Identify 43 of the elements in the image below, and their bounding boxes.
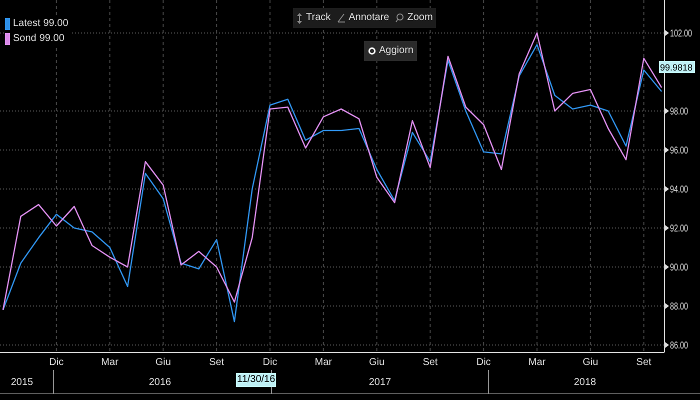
tick-mark [665, 342, 669, 348]
tick-mark [665, 108, 669, 114]
tick-mark [665, 30, 669, 36]
tick-mark [665, 302, 669, 309]
year-label: 2016 [148, 376, 172, 390]
axis-label: Giu [582, 357, 598, 368]
year-label: 2018 [574, 376, 596, 390]
axis-label: Dic [262, 357, 278, 368]
axis-label: Dic [476, 357, 491, 368]
axis-label: Set [636, 357, 652, 368]
tick-mark [665, 264, 669, 270]
year-label: 2017 [368, 376, 392, 390]
axis-label: 96.00 [670, 145, 696, 156]
axis-label: 88.00 [670, 301, 696, 312]
year-label: 2015 [10, 376, 34, 390]
refresh-button[interactable]: Aggiorn [364, 41, 418, 61]
circle-icon [368, 47, 376, 55]
axis-label: Set [209, 357, 224, 368]
axis-label: Giu [155, 357, 171, 368]
axis-label: 90.00 [670, 262, 696, 274]
tick-mark [665, 224, 669, 231]
axis-label: 102.00 [670, 28, 700, 40]
axis-label: Dic [49, 357, 64, 368]
axis-label: 98.00 [670, 106, 696, 118]
vertical-arrows-icon [296, 12, 303, 24]
last-value-tag: 99.9818 [659, 61, 695, 73]
axis-label: Mar [101, 357, 118, 368]
tick-mark [665, 186, 669, 192]
axis-label: 92.00 [670, 223, 696, 234]
axis-label: 86.00 [670, 340, 696, 352]
search-icon [395, 13, 404, 23]
legend-label: Latest [13, 18, 40, 30]
axis-label: Mar [528, 357, 546, 368]
axis-label: 94.00 [670, 184, 696, 196]
legend-value: 99.00 [39, 33, 64, 45]
pencil-line-icon [336, 13, 346, 23]
axis-label: Giu [369, 357, 385, 368]
cursor-date-tag: 11/30/16 [236, 373, 276, 387]
axis-label: Set [422, 357, 438, 368]
axis-label: Mar [314, 357, 332, 368]
legend-value: 99.00 [43, 18, 68, 30]
tick-mark [665, 146, 669, 153]
legend-label: Sond [13, 33, 36, 45]
